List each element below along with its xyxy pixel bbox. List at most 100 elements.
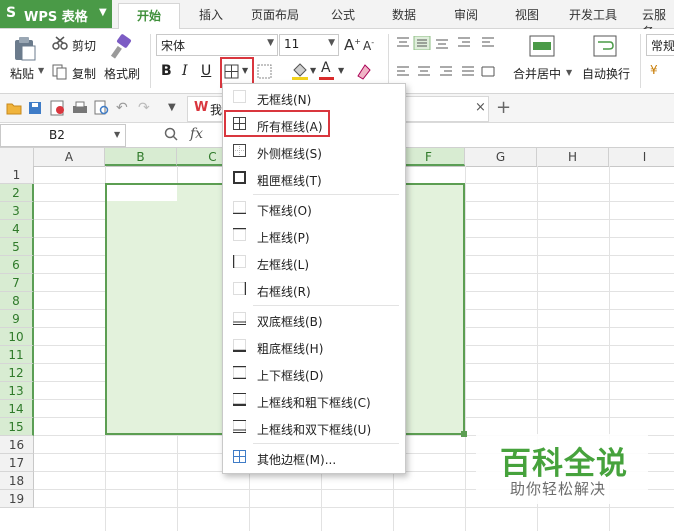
decrease-font-icon[interactable]: A- [363, 38, 374, 53]
paste-label[interactable]: 粘贴 [10, 65, 34, 82]
row-header[interactable]: 10 [0, 328, 34, 346]
name-box[interactable]: B2 ▼ [0, 124, 126, 147]
row-header[interactable]: 5 [0, 238, 34, 256]
row-header[interactable]: 11 [0, 346, 34, 364]
menu-item-top-thick-bottom-border[interactable]: 上框线和粗下框线(C) [223, 388, 405, 414]
fill-pattern-icon[interactable] [257, 64, 272, 79]
row-header[interactable]: 16 [0, 436, 34, 454]
select-all-corner[interactable] [0, 148, 34, 166]
chevron-down-icon[interactable]: ▼ [338, 66, 344, 75]
horizontal-align-icons[interactable] [396, 65, 500, 78]
row-header[interactable]: 19 [0, 490, 34, 508]
italic-button[interactable]: I [182, 63, 188, 79]
column-header[interactable]: B [105, 148, 177, 166]
chevron-down-icon[interactable]: ▼ [310, 66, 316, 75]
menu-item-no-border[interactable]: 无框线(N) [223, 85, 405, 111]
row-header[interactable]: 15 [0, 418, 34, 436]
tab-developer[interactable]: 开发工具 [569, 6, 617, 23]
menu-item-label: 粗匣框线(T) [257, 174, 322, 188]
column-header[interactable]: I [609, 148, 674, 166]
row-header[interactable]: 8 [0, 292, 34, 310]
number-format-select[interactable]: 常规 [646, 34, 674, 56]
row-header[interactable]: 18 [0, 472, 34, 490]
menu-item-thick-box-border[interactable]: 粗匣框线(T) [223, 166, 405, 192]
font-name-select[interactable]: 宋体 ▼ [156, 34, 278, 56]
row-header[interactable]: 9 [0, 310, 34, 328]
increase-font-icon[interactable]: A+ [344, 36, 361, 54]
menu-item-top-bottom-border[interactable]: 上下框线(D) [223, 361, 405, 387]
wrap-text-icon[interactable] [593, 35, 617, 57]
format-painter-label[interactable]: 格式刷 [104, 65, 140, 82]
tab-formulas[interactable]: 公式 [331, 6, 355, 23]
redo-icon[interactable]: ↷ [138, 100, 150, 116]
menu-item-top-double-bottom-border[interactable]: 上框线和双下框线(U) [223, 415, 405, 441]
format-painter-icon[interactable] [110, 34, 134, 60]
merge-center-label[interactable]: 合并居中 [513, 65, 561, 82]
new-tab-icon[interactable]: + [496, 97, 511, 118]
underline-button[interactable]: U [201, 63, 211, 79]
document-title: 我 [210, 103, 223, 117]
undo-icon[interactable]: ↶ [116, 100, 128, 116]
chevron-down-icon[interactable]: ▼ [168, 102, 176, 113]
right-border-icon [233, 282, 246, 295]
wrap-text-label[interactable]: 自动换行 [582, 65, 630, 82]
menu-item-right-border[interactable]: 右框线(R) [223, 277, 405, 303]
font-name-value: 宋体 [161, 39, 186, 53]
paste-icon[interactable] [13, 36, 37, 62]
column-header[interactable]: H [537, 148, 609, 166]
save-icon[interactable] [28, 101, 42, 115]
font-size-select[interactable]: 11 ▼ [279, 34, 339, 56]
active-cell[interactable] [107, 185, 177, 201]
bold-button[interactable]: B [161, 63, 172, 79]
row-header[interactable]: 14 [0, 400, 34, 418]
zoom-icon[interactable] [164, 127, 178, 141]
menu-item-left-border[interactable]: 左框线(L) [223, 250, 405, 276]
menu-item-more-borders[interactable]: 其他边框(M)... [223, 445, 405, 471]
fill-color-icon[interactable] [291, 62, 309, 80]
tab-view[interactable]: 视图 [515, 6, 539, 23]
menu-item-bottom-border[interactable]: 下框线(O) [223, 196, 405, 222]
row-header[interactable]: 2 [0, 184, 34, 202]
export-pdf-icon[interactable] [50, 100, 66, 116]
vertical-align-icons[interactable] [396, 36, 506, 50]
scissors-icon[interactable] [52, 36, 68, 50]
column-header[interactable]: A [34, 148, 105, 166]
copy-label[interactable]: 复制 [72, 65, 96, 82]
grid-line [34, 507, 674, 508]
merge-center-icon[interactable] [529, 35, 555, 57]
print-icon[interactable] [72, 101, 88, 115]
open-folder-icon[interactable] [6, 101, 22, 115]
row-header[interactable]: 13 [0, 382, 34, 400]
row-header[interactable]: 1 [0, 166, 34, 184]
menu-item-top-border[interactable]: 上框线(P) [223, 223, 405, 249]
chevron-down-icon[interactable]: ▼ [38, 66, 44, 75]
menu-item-thick-bottom-border[interactable]: 粗底框线(H) [223, 334, 405, 360]
menu-item-label: 上下框线(D) [257, 369, 324, 383]
tab-review[interactable]: 审阅 [454, 6, 478, 23]
chevron-down-icon[interactable]: ▼ [566, 68, 572, 77]
clear-format-icon[interactable] [354, 62, 372, 80]
fill-handle[interactable] [461, 431, 467, 437]
tab-page-layout[interactable]: 页面布局 [251, 6, 299, 23]
row-header[interactable]: 3 [0, 202, 34, 220]
row-header[interactable]: 17 [0, 454, 34, 472]
tab-home[interactable]: 开始 [118, 3, 180, 30]
row-header[interactable]: 7 [0, 274, 34, 292]
app-menu-button[interactable]: S WPS 表格 ▼ [0, 0, 112, 28]
close-icon[interactable]: × [475, 100, 486, 115]
row-header[interactable]: 12 [0, 364, 34, 382]
function-button[interactable]: fx [190, 126, 203, 142]
menu-item-outside-borders[interactable]: 外侧框线(S) [223, 139, 405, 165]
top-bottom-border-icon [233, 366, 246, 379]
tab-data[interactable]: 数据 [392, 6, 416, 23]
row-header[interactable]: 6 [0, 256, 34, 274]
cut-label[interactable]: 剪切 [72, 37, 96, 54]
font-color-button[interactable]: A [321, 60, 331, 76]
menu-item-double-bottom-border[interactable]: 双底框线(B) [223, 307, 405, 333]
print-preview-icon[interactable] [94, 100, 110, 116]
row-header[interactable]: 4 [0, 220, 34, 238]
column-header[interactable]: G [465, 148, 537, 166]
currency-icon[interactable]: ¥ [650, 63, 658, 77]
tab-insert[interactable]: 插入 [199, 6, 223, 23]
copy-icon[interactable] [52, 64, 68, 80]
